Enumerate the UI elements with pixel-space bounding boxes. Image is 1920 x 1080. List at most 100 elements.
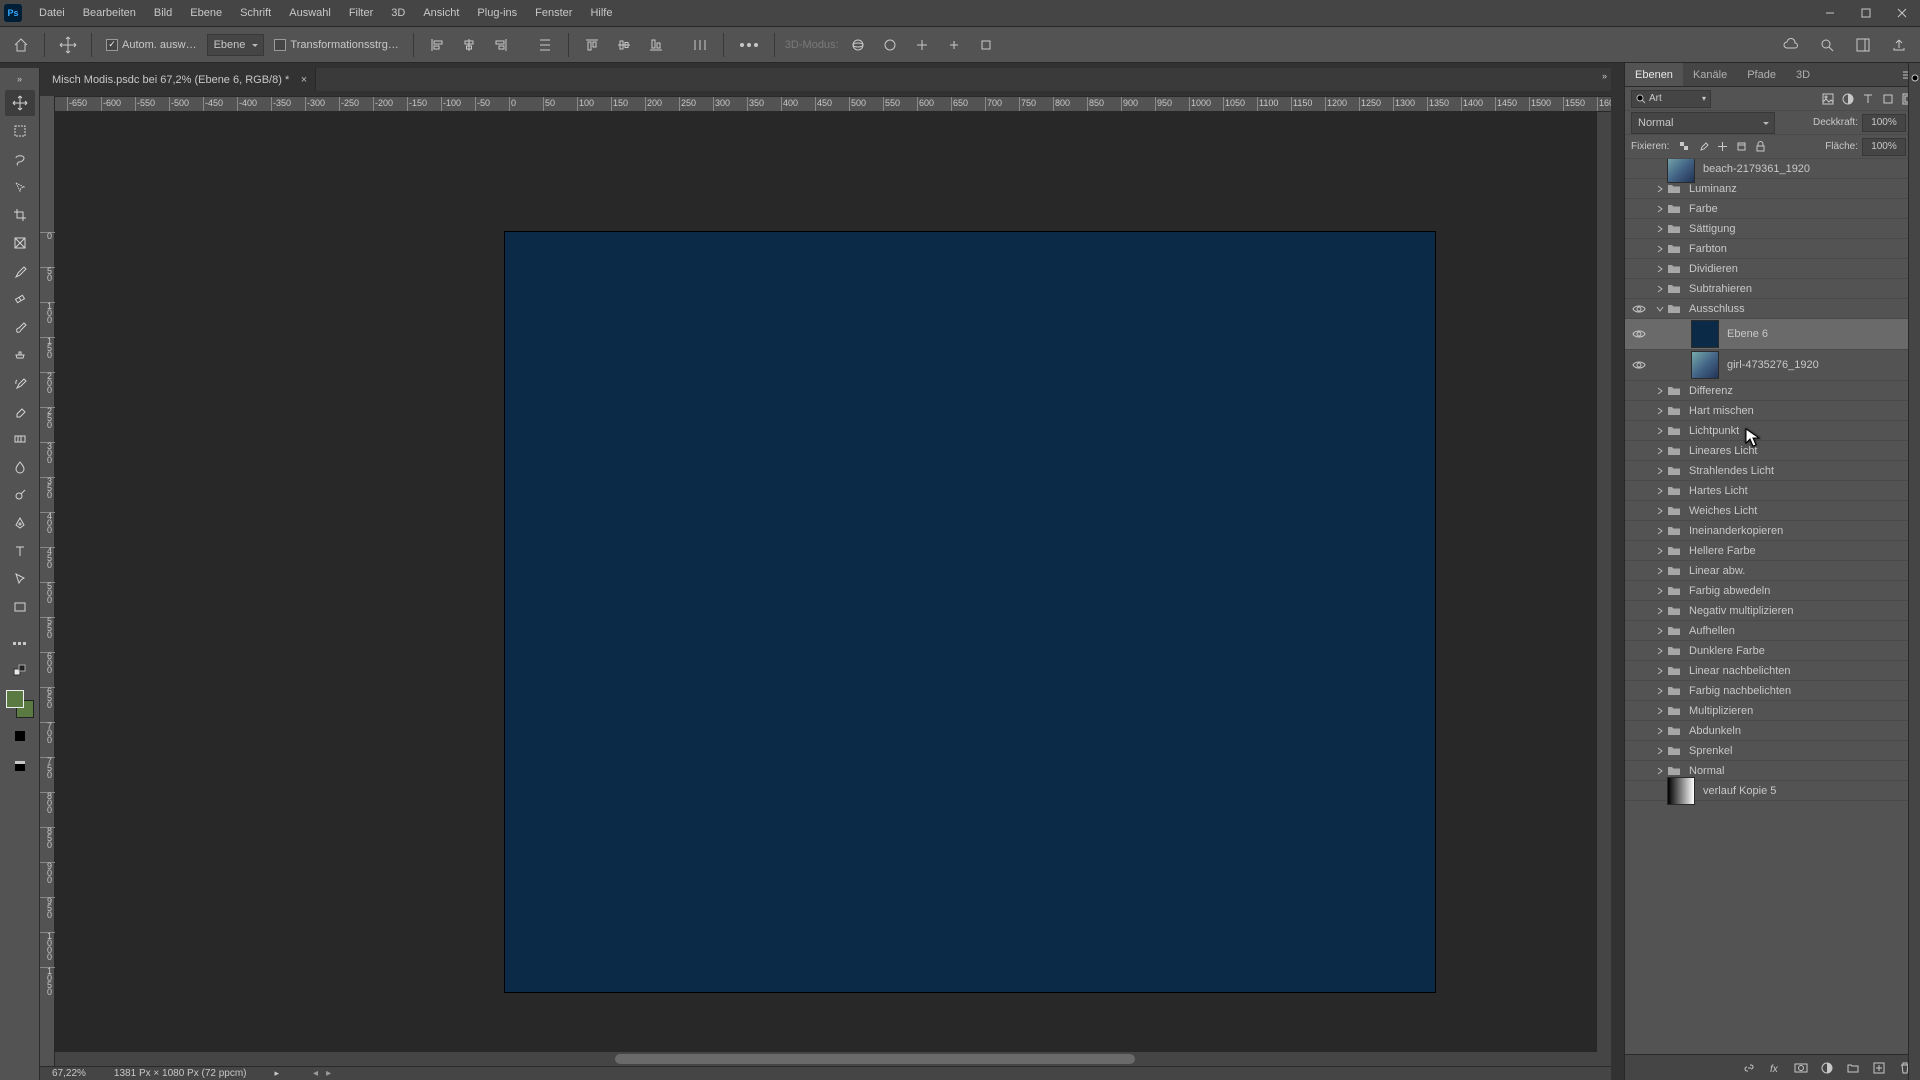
rectangle-tool[interactable] (5, 594, 35, 620)
layer-name[interactable]: Negativ multiplizieren (1689, 605, 1794, 617)
layer-name[interactable]: Abdunkeln (1689, 725, 1741, 737)
expand-chevron-icon[interactable] (1653, 767, 1667, 775)
layer-row[interactable]: Farbe (1625, 199, 1920, 219)
layer-name[interactable]: Linear abw. (1689, 565, 1745, 577)
document-tab[interactable]: Misch Modis.psdc bei 67,2% (Ebene 6, RGB… (40, 68, 316, 91)
minimize-button[interactable] (1812, 0, 1848, 26)
layer-name[interactable]: Farbe (1689, 203, 1718, 215)
tab-3d[interactable]: 3D (1786, 63, 1820, 86)
layer-name[interactable]: Farbig abwedeln (1689, 585, 1770, 597)
expand-chevron-icon[interactable] (1653, 245, 1667, 253)
fill-value[interactable]: 100% (1862, 138, 1906, 156)
layer-name[interactable]: Hellere Farbe (1689, 545, 1756, 557)
color-panel-icon[interactable] (1911, 73, 1919, 81)
opacity-value[interactable]: 100% (1862, 114, 1906, 132)
dodge-tool[interactable] (5, 482, 35, 508)
layer-name[interactable]: Ebene 6 (1727, 328, 1768, 340)
layer-name[interactable]: Lineares Licht (1689, 445, 1758, 457)
tab-paths[interactable]: Pfade (1737, 63, 1786, 86)
blend-mode-select[interactable]: Normal (1631, 112, 1775, 134)
expand-chevron-icon[interactable] (1653, 527, 1667, 535)
visibility-toggle[interactable] (1625, 360, 1653, 370)
layer-name[interactable]: girl-4735276_1920 (1727, 359, 1819, 371)
layer-thumbnail[interactable] (1691, 320, 1719, 348)
layer-row[interactable]: Strahlendes Licht (1625, 461, 1920, 481)
layer-row[interactable]: Ausschluss (1625, 299, 1920, 319)
move-tool[interactable] (5, 90, 35, 116)
lock-artboard-icon[interactable] (1736, 141, 1747, 152)
menu-3d[interactable]: 3D (382, 0, 414, 26)
layer-row[interactable]: girl-4735276_1920 (1625, 350, 1920, 381)
quick-mask-button[interactable] (5, 724, 35, 748)
layer-row[interactable]: Aufhellen (1625, 621, 1920, 641)
filter-adjust-icon[interactable] (1842, 93, 1854, 105)
layer-row[interactable]: Linear nachbelichten (1625, 661, 1920, 681)
layer-row[interactable]: Linear abw. (1625, 561, 1920, 581)
align-bottom-icon[interactable] (643, 32, 669, 58)
expand-chevron-icon[interactable] (1653, 507, 1667, 515)
expand-chevron-icon[interactable] (1653, 627, 1667, 635)
layer-row[interactable]: Dunklere Farbe (1625, 641, 1920, 661)
close-tab-icon[interactable]: × (301, 74, 307, 86)
layer-row[interactable]: Lineares Licht (1625, 441, 1920, 461)
expand-chevron-icon[interactable] (1653, 687, 1667, 695)
eraser-tool[interactable] (5, 398, 35, 424)
pen-tool[interactable] (5, 510, 35, 536)
layer-row[interactable]: Sprenkel (1625, 741, 1920, 761)
expand-chevron-icon[interactable] (1653, 265, 1667, 273)
layer-name[interactable]: Ineinanderkopieren (1689, 525, 1783, 537)
menu-fenster[interactable]: Fenster (526, 0, 581, 26)
horizontal-scrollbar[interactable] (55, 1052, 1611, 1066)
layer-name[interactable]: Sprenkel (1689, 745, 1732, 757)
layer-name[interactable]: Dunklere Farbe (1689, 645, 1765, 657)
move-tool-icon[interactable] (55, 32, 81, 58)
clone-stamp-tool[interactable] (5, 342, 35, 368)
menu-filter[interactable]: Filter (340, 0, 382, 26)
layer-row[interactable]: Abdunkeln (1625, 721, 1920, 741)
path-select-tool[interactable] (5, 566, 35, 592)
layer-name[interactable]: Differenz (1689, 385, 1733, 397)
menu-ansicht[interactable]: Ansicht (414, 0, 468, 26)
distribute-v-icon[interactable] (687, 32, 713, 58)
expand-chevron-icon[interactable] (1653, 427, 1667, 435)
layer-row[interactable]: Farbig nachbelichten (1625, 681, 1920, 701)
collapsed-panels-strip[interactable] (1908, 63, 1920, 1080)
default-colors-icon[interactable] (5, 658, 35, 684)
auto-select-target[interactable]: Ebene (207, 34, 265, 56)
expand-chevron-icon[interactable] (1653, 647, 1667, 655)
layer-row[interactable]: Sättigung (1625, 219, 1920, 239)
lock-all-icon[interactable] (1755, 141, 1766, 152)
layer-name[interactable]: Dividieren (1689, 263, 1738, 275)
quick-select-tool[interactable] (5, 174, 35, 200)
vertical-scrollbar[interactable] (1597, 112, 1611, 1066)
align-top-icon[interactable] (579, 32, 605, 58)
align-vcenter-icon[interactable] (611, 32, 637, 58)
document-info[interactable]: 1381 Px × 1080 Px (72 ppcm) (114, 1068, 247, 1079)
layer-name[interactable]: Farbig nachbelichten (1689, 685, 1791, 697)
screen-mode-button[interactable] (5, 754, 35, 778)
layer-row[interactable]: Luminanz (1625, 179, 1920, 199)
expand-chevron-icon[interactable] (1653, 447, 1667, 455)
auto-select-checkbox[interactable]: Autom. ausw… (102, 39, 201, 51)
lock-transparent-icon[interactable] (1679, 141, 1690, 152)
align-right-edges-icon[interactable] (488, 32, 514, 58)
layer-thumbnail[interactable] (1691, 351, 1719, 379)
crop-tool[interactable] (5, 202, 35, 228)
menu-datei[interactable]: Datei (30, 0, 74, 26)
close-button[interactable] (1884, 0, 1920, 26)
layer-name[interactable]: Farbton (1689, 243, 1727, 255)
layer-row[interactable]: Dividieren (1625, 259, 1920, 279)
expand-chevron-icon[interactable] (1653, 407, 1667, 415)
layer-thumbnail[interactable] (1667, 777, 1695, 805)
expand-chevron-icon[interactable] (1653, 205, 1667, 213)
visibility-toggle[interactable] (1625, 329, 1653, 339)
gradient-tool[interactable] (5, 426, 35, 452)
layer-name[interactable]: Lichtpunkt (1689, 425, 1739, 437)
cloud-docs-icon[interactable] (1778, 32, 1804, 58)
color-swatches[interactable] (6, 690, 34, 718)
lock-position-icon[interactable] (1717, 141, 1728, 152)
menu-schrift[interactable]: Schrift (231, 0, 280, 26)
expand-chevron-icon[interactable] (1653, 225, 1667, 233)
distribute-h-icon[interactable] (532, 32, 558, 58)
timeline-nav[interactable]: ◂▸ (313, 1068, 331, 1079)
